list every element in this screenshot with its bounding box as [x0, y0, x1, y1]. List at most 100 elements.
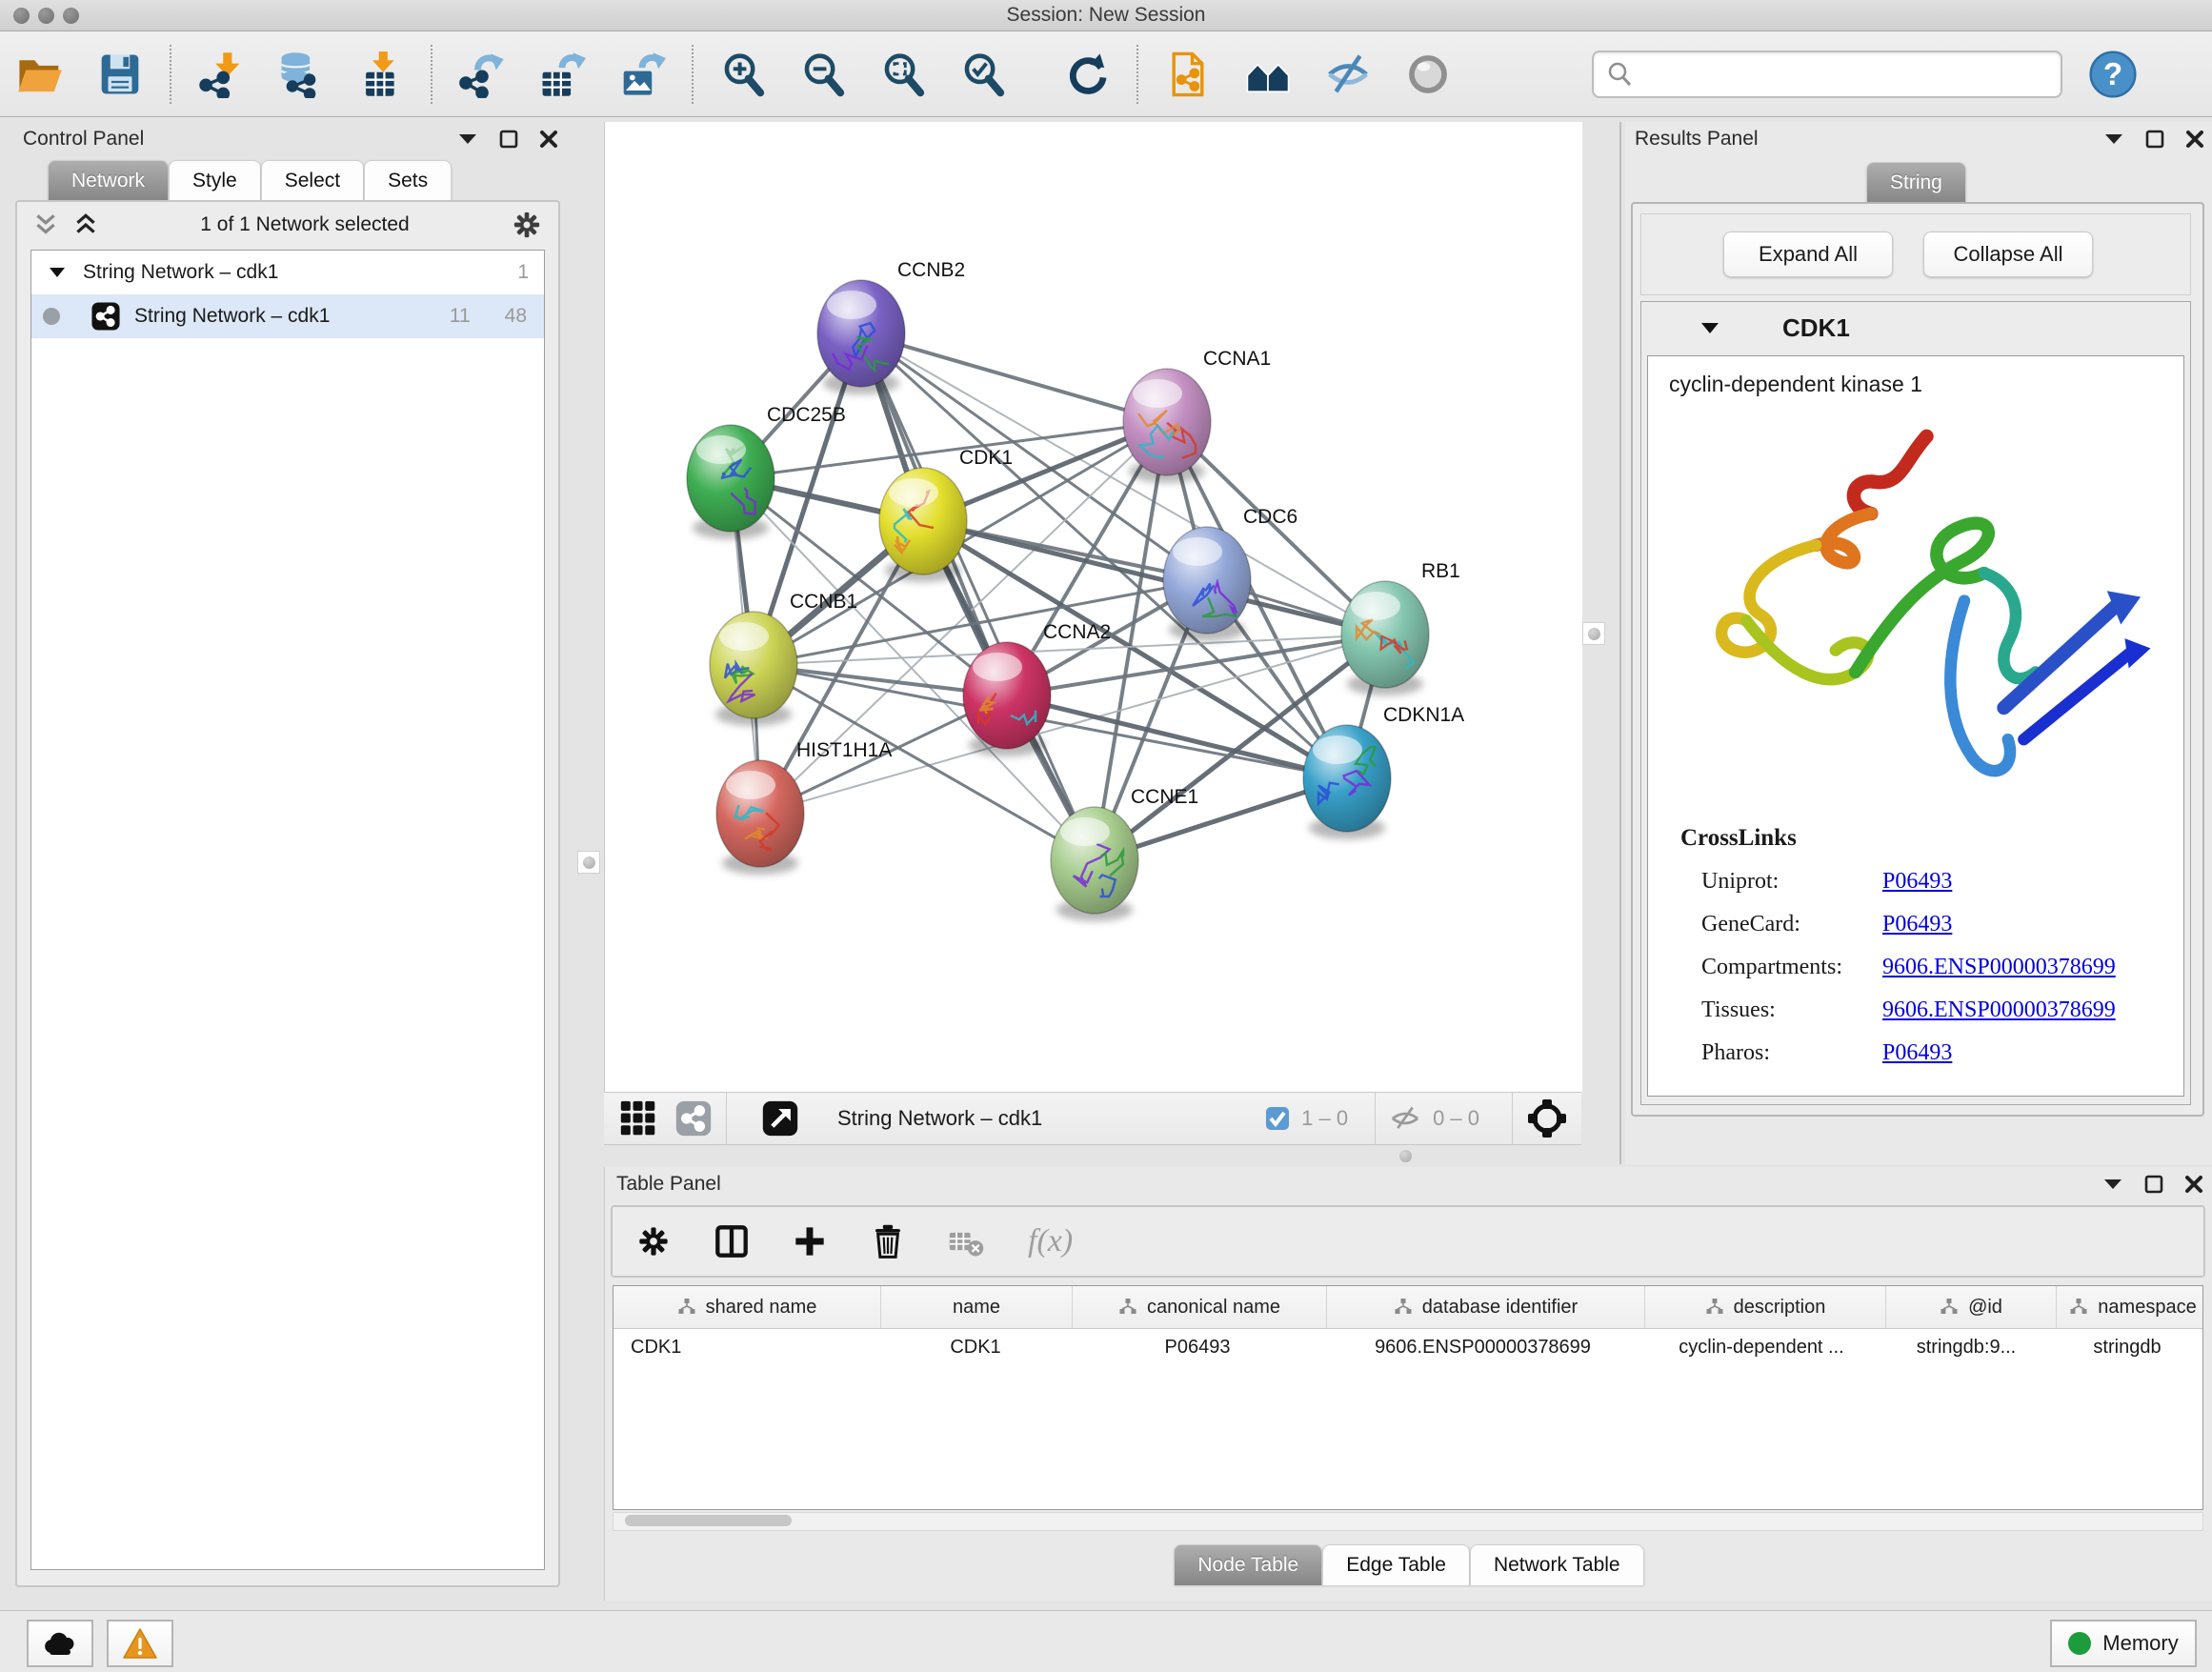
panel-menu-icon[interactable]	[2103, 132, 2124, 146]
network-row-selected[interactable]: String Network – cdk1 11 48	[31, 294, 544, 338]
column-header--id[interactable]: @id	[1886, 1286, 2057, 1328]
bottom-splitter-handle[interactable]	[1395, 1145, 1416, 1166]
hide-view-button[interactable]	[1318, 45, 1377, 104]
cloud-status-button[interactable]	[27, 1620, 93, 1667]
tree-expand-icon[interactable]	[49, 267, 66, 278]
expand-all-icon[interactable]	[72, 212, 99, 238]
network-collection-row[interactable]: String Network – cdk1 1	[31, 251, 544, 294]
grid-view-icon[interactable]	[619, 1099, 657, 1138]
document-network-icon	[1164, 50, 1212, 98]
right-splitter-handle[interactable]	[1582, 622, 1605, 645]
crosslink-value-link[interactable]: 9606.ENSP00000378699	[1882, 955, 2116, 980]
node-CCNE1[interactable]: CCNE1	[1051, 786, 1198, 921]
horizontal-scrollbar[interactable]	[613, 1512, 2203, 1531]
scrollbar-thumb[interactable]	[625, 1515, 792, 1526]
node-CCNB2[interactable]: CCNB2	[817, 259, 965, 394]
birdseye-icon[interactable]	[1526, 1098, 1568, 1139]
column-header-description[interactable]: description	[1645, 1286, 1886, 1328]
zoom-selected-button[interactable]	[954, 45, 1013, 104]
table-gear-icon[interactable]	[635, 1223, 672, 1259]
table-cell[interactable]: stringdb:9...	[1881, 1329, 2051, 1369]
network-graph[interactable]: CCNB2CCNA1CDC25BCDK1CDC6RB1CCNB1CCNA2CDK…	[605, 122, 1582, 1090]
close-panel-icon[interactable]	[2185, 130, 2204, 149]
table-cell[interactable]: P06493	[1071, 1329, 1324, 1369]
node-CDKN1A[interactable]: CDKN1A	[1303, 704, 1464, 839]
gene-section-header[interactable]: CDK1	[1641, 302, 2190, 353]
table-row[interactable]: CDK1CDK1P064939606.ENSP00000378699cyclin…	[613, 1329, 2202, 1369]
tab-string[interactable]: String	[1866, 162, 1966, 203]
search-input[interactable]	[1641, 54, 2061, 94]
import-network-database-button[interactable]	[271, 45, 331, 104]
import-table-button[interactable]	[352, 45, 411, 104]
panel-menu-icon[interactable]	[2102, 1178, 2123, 1191]
column-header-database-identifier[interactable]: database identifier	[1327, 1286, 1645, 1328]
tab-select[interactable]: Select	[261, 160, 364, 201]
panel-menu-icon[interactable]	[457, 132, 478, 146]
crosslink-value-link[interactable]: P06493	[1882, 912, 1952, 937]
node-CDC25B[interactable]: CDC25B	[687, 404, 846, 539]
table-cell[interactable]: CDK1	[613, 1329, 880, 1369]
tab-network[interactable]: Network	[48, 160, 169, 201]
node-RB1[interactable]: RB1	[1341, 560, 1460, 695]
export-table-button[interactable]	[533, 45, 592, 104]
column-header-name[interactable]: name	[881, 1286, 1073, 1328]
network-share-icon	[90, 301, 121, 332]
memory-status-button[interactable]: Memory	[2050, 1620, 2197, 1667]
close-panel-icon[interactable]	[539, 130, 558, 149]
left-splitter-handle[interactable]	[577, 851, 600, 874]
float-panel-icon[interactable]	[2145, 130, 2164, 149]
export-image-button[interactable]	[613, 45, 672, 104]
import-network-file-button[interactable]	[191, 45, 251, 104]
save-session-button[interactable]	[90, 45, 150, 104]
zoom-out-icon	[799, 50, 847, 98]
edge-CCNB2-CCNE1[interactable]	[861, 333, 1095, 860]
tab-sets[interactable]: Sets	[364, 160, 452, 201]
clone-network-button[interactable]	[1158, 45, 1217, 104]
table-cell[interactable]: 9606.ENSP00000378699	[1324, 1329, 1641, 1369]
add-column-icon[interactable]	[792, 1223, 828, 1259]
float-panel-icon[interactable]	[2144, 1175, 2163, 1194]
crosslink-value-link[interactable]: P06493	[1882, 1040, 1952, 1066]
inactive-view-button[interactable]	[1398, 45, 1458, 104]
edge-CDK1-RB1[interactable]	[923, 521, 1385, 635]
show-all-views-button[interactable]	[1238, 45, 1297, 104]
node-CCNB1[interactable]: CCNB1	[710, 591, 857, 726]
tab-network-table[interactable]: Network Table	[1470, 1544, 1644, 1585]
columns-icon[interactable]	[714, 1223, 750, 1259]
zoom-fit-button[interactable]	[874, 45, 933, 104]
tab-style[interactable]: Style	[169, 160, 261, 201]
edge-CCNB2-CCNA1[interactable]	[861, 333, 1167, 422]
close-panel-icon[interactable]	[2184, 1175, 2203, 1194]
network-canvas[interactable]: CCNB2CCNA1CDC25BCDK1CDC6RB1CCNB1CCNA2CDK…	[604, 122, 1582, 1092]
column-header-canonical-name[interactable]: canonical name	[1073, 1286, 1327, 1328]
collapse-all-icon[interactable]	[32, 212, 59, 238]
open-session-button[interactable]	[10, 45, 70, 104]
table-cell[interactable]: stringdb	[2051, 1329, 2203, 1369]
detach-view-icon[interactable]	[761, 1099, 799, 1138]
table-cell[interactable]: cyclin-dependent ...	[1641, 1329, 1881, 1369]
crosslink-value-link[interactable]: P06493	[1882, 869, 1952, 895]
node-HIST1H1A[interactable]: HIST1H1A	[716, 739, 892, 875]
warning-status-button[interactable]	[107, 1620, 173, 1667]
float-panel-icon[interactable]	[499, 130, 518, 149]
delete-icon[interactable]	[870, 1223, 906, 1259]
zoom-out-button[interactable]	[794, 45, 853, 104]
help-button[interactable]: ?	[2083, 45, 2142, 104]
column-header-namespace[interactable]: namespace	[2057, 1286, 2203, 1328]
collapse-all-button[interactable]: Collapse All	[1923, 232, 2093, 277]
selected-checkbox-icon[interactable]	[1265, 1106, 1290, 1131]
expand-all-button[interactable]: Expand All	[1723, 232, 1893, 277]
tab-edge-table[interactable]: Edge Table	[1322, 1544, 1470, 1585]
crosslink-value-link[interactable]: 9606.ENSP00000378699	[1882, 997, 2116, 1023]
zoom-in-button[interactable]	[714, 45, 773, 104]
table-cell[interactable]: CDK1	[880, 1329, 1071, 1369]
network-view-icon[interactable]	[674, 1099, 713, 1138]
column-header-shared-name[interactable]: shared name	[613, 1286, 881, 1328]
export-network-button[interactable]	[452, 45, 512, 104]
gear-icon[interactable]	[511, 209, 543, 241]
refresh-layout-button[interactable]	[1057, 45, 1116, 104]
node-CCNA1[interactable]: CCNA1	[1123, 348, 1271, 483]
tab-node-table[interactable]: Node Table	[1174, 1544, 1322, 1585]
crosslinks-title: CrossLinks	[1680, 825, 2183, 852]
section-collapse-icon[interactable]	[1700, 322, 1719, 334]
